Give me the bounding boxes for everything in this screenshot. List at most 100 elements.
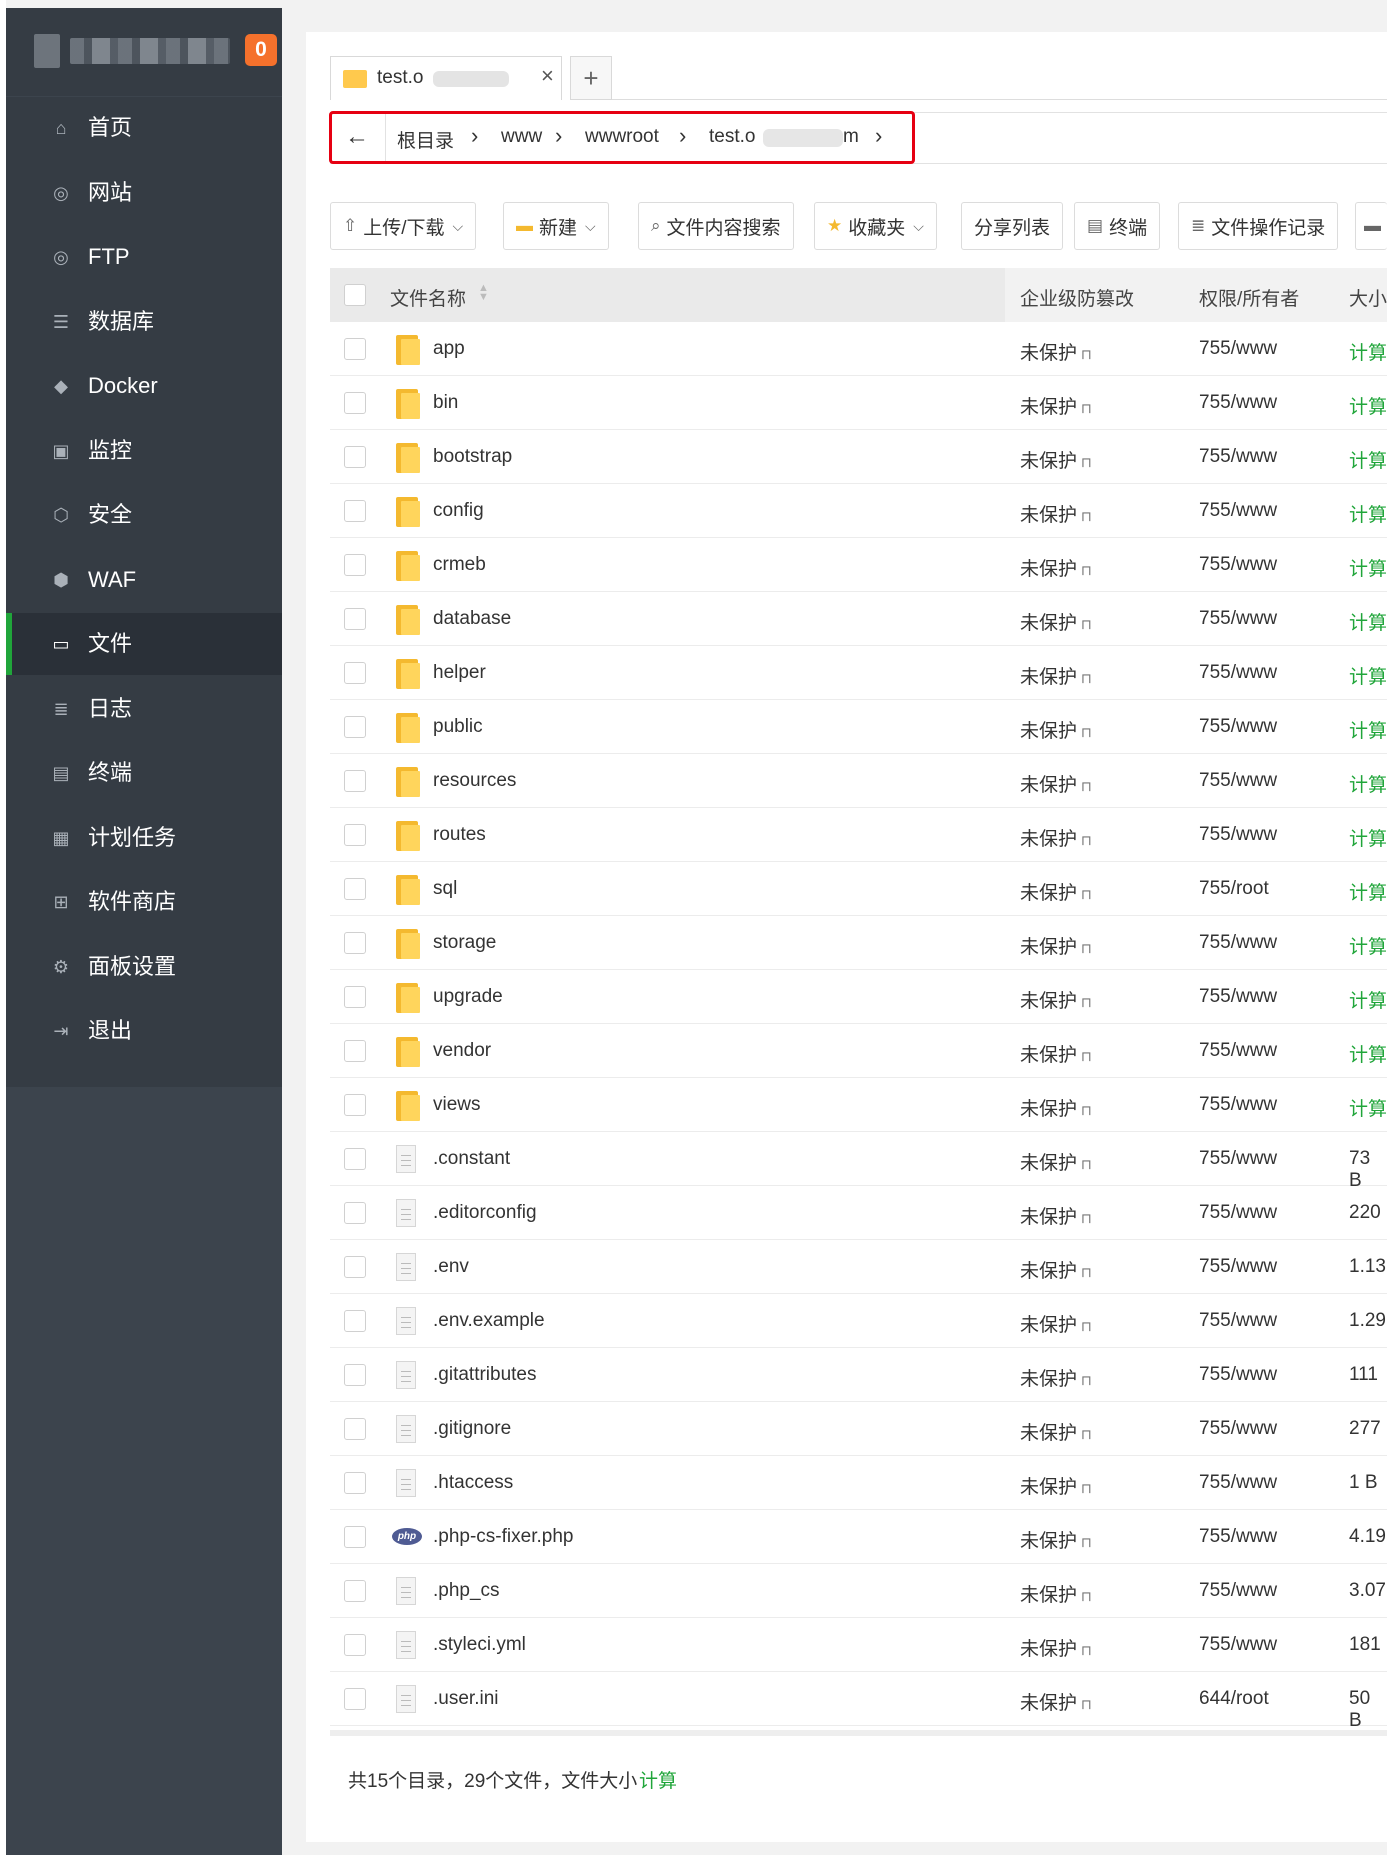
table-row[interactable]: storage 未保护 ⊓ 755/www 计算: [330, 916, 1387, 970]
row-checkbox[interactable]: [344, 1202, 366, 1224]
row-checkbox[interactable]: [344, 986, 366, 1008]
permission-owner[interactable]: 755/www: [1199, 1256, 1277, 1278]
close-icon[interactable]: ×: [541, 63, 554, 89]
size-calc-link[interactable]: 计算: [1349, 1040, 1387, 1067]
table-row[interactable]: config 未保护 ⊓ 755/www 计算: [330, 484, 1387, 538]
permission-owner[interactable]: 755/www: [1199, 1202, 1277, 1224]
size-calc-link[interactable]: 计算: [1349, 446, 1387, 473]
sidebar-item-1[interactable]: ◎ 网站: [6, 162, 282, 224]
row-checkbox[interactable]: [344, 770, 366, 792]
protection-status[interactable]: 未保护 ⊓: [1020, 986, 1092, 1013]
protection-status[interactable]: 未保护 ⊓: [1020, 1418, 1092, 1445]
size-calc-link[interactable]: 计算: [1349, 500, 1387, 527]
sidebar-item-5[interactable]: ▣ 监控: [6, 420, 282, 482]
upload-download-button[interactable]: ⇧ 上传/下载 ⌵: [330, 202, 477, 250]
permission-owner[interactable]: 755/www: [1199, 1472, 1277, 1494]
size-calc-link[interactable]: 计算: [1349, 608, 1387, 635]
new-button[interactable]: ▬ 新建 ⌵: [503, 202, 609, 250]
row-checkbox[interactable]: [344, 1310, 366, 1332]
file-name[interactable]: database: [433, 608, 511, 630]
table-row[interactable]: public 未保护 ⊓ 755/www 计算: [330, 700, 1387, 754]
file-name[interactable]: .gitignore: [433, 1418, 511, 1440]
table-row[interactable]: php .php-cs-fixer.php 未保护 ⊓ 755/www 4.19: [330, 1510, 1387, 1564]
sidebar-item-10[interactable]: ▤ 终端: [6, 742, 282, 804]
header-permission[interactable]: 权限/所有者: [1199, 284, 1299, 311]
add-tab-button[interactable]: +: [570, 56, 612, 100]
sidebar-item-2[interactable]: ◎ FTP: [6, 226, 282, 288]
header-name[interactable]: 文件名称: [390, 284, 466, 311]
share-list-button[interactable]: 分享列表: [961, 202, 1064, 250]
size-calc-link[interactable]: 计算: [1349, 878, 1387, 905]
file-name[interactable]: .user.ini: [433, 1688, 498, 1710]
protection-status[interactable]: 未保护 ⊓: [1020, 1634, 1092, 1661]
permission-owner[interactable]: 755/www: [1199, 986, 1277, 1008]
permission-owner[interactable]: 755/www: [1199, 1148, 1277, 1170]
table-row[interactable]: routes 未保护 ⊓ 755/www 计算: [330, 808, 1387, 862]
table-row[interactable]: crmeb 未保护 ⊓ 755/www 计算: [330, 538, 1387, 592]
row-checkbox[interactable]: [344, 878, 366, 900]
sidebar-item-12[interactable]: ⊞ 软件商店: [6, 871, 282, 933]
size-calc-link[interactable]: 计算: [1349, 338, 1387, 365]
file-name[interactable]: public: [433, 716, 483, 738]
file-name[interactable]: crmeb: [433, 554, 486, 576]
file-name[interactable]: config: [433, 500, 484, 522]
table-row[interactable]: .env.example 未保护 ⊓ 755/www 1.29: [330, 1294, 1387, 1348]
row-checkbox[interactable]: [344, 1580, 366, 1602]
sidebar-item-4[interactable]: ◆ Docker: [6, 355, 282, 417]
permission-owner[interactable]: 755/www: [1199, 1040, 1277, 1062]
permission-owner[interactable]: 755/www: [1199, 1526, 1277, 1548]
permission-owner[interactable]: 755/www: [1199, 716, 1277, 738]
row-checkbox[interactable]: [344, 1418, 366, 1440]
row-checkbox[interactable]: [344, 554, 366, 576]
sidebar-item-0[interactable]: ⌂ 首页: [6, 97, 282, 159]
permission-owner[interactable]: 755/www: [1199, 662, 1277, 684]
file-name[interactable]: .php_cs: [433, 1580, 500, 1602]
permission-owner[interactable]: 755/www: [1199, 500, 1277, 522]
permission-owner[interactable]: 644/root: [1199, 1688, 1269, 1710]
table-row[interactable]: bootstrap 未保护 ⊓ 755/www 计算: [330, 430, 1387, 484]
file-name[interactable]: storage: [433, 932, 496, 954]
sort-icon[interactable]: ▲ ▼: [478, 283, 489, 303]
protection-status[interactable]: 未保护 ⊓: [1020, 1256, 1092, 1283]
file-name[interactable]: bootstrap: [433, 446, 512, 468]
table-row[interactable]: .user.ini 未保护 ⊓ 644/root 50 B: [330, 1672, 1387, 1731]
file-name[interactable]: views: [433, 1094, 481, 1116]
size-calc-link[interactable]: 计算: [1349, 662, 1387, 689]
row-checkbox[interactable]: [344, 932, 366, 954]
protection-status[interactable]: 未保护 ⊓: [1020, 1688, 1092, 1715]
permission-owner[interactable]: 755/www: [1199, 824, 1277, 846]
row-checkbox[interactable]: [344, 1688, 366, 1710]
favorites-button[interactable]: ★ 收藏夹 ⌵: [814, 202, 937, 250]
sidebar-item-3[interactable]: ☰ 数据库: [6, 291, 282, 353]
table-row[interactable]: vendor 未保护 ⊓ 755/www 计算: [330, 1024, 1387, 1078]
operation-log-button[interactable]: ≣ 文件操作记录: [1178, 202, 1339, 250]
row-checkbox[interactable]: [344, 716, 366, 738]
file-name[interactable]: vendor: [433, 1040, 491, 1062]
file-name[interactable]: .env.example: [433, 1310, 545, 1332]
table-row[interactable]: .gitignore 未保护 ⊓ 755/www 277: [330, 1402, 1387, 1456]
protection-status[interactable]: 未保护 ⊓: [1020, 554, 1092, 581]
permission-owner[interactable]: 755/www: [1199, 1580, 1277, 1602]
row-checkbox[interactable]: [344, 608, 366, 630]
protection-status[interactable]: 未保护 ⊓: [1020, 446, 1092, 473]
file-name[interactable]: helper: [433, 662, 486, 684]
row-checkbox[interactable]: [344, 824, 366, 846]
protection-status[interactable]: 未保护 ⊓: [1020, 1472, 1092, 1499]
protection-status[interactable]: 未保护 ⊓: [1020, 770, 1092, 797]
file-name[interactable]: .php-cs-fixer.php: [433, 1526, 573, 1548]
table-row[interactable]: sql 未保护 ⊓ 755/root 计算: [330, 862, 1387, 916]
more-toolbar-button[interactable]: ▬: [1355, 202, 1387, 250]
table-scrollbar[interactable]: [330, 1730, 1387, 1736]
permission-owner[interactable]: 755/www: [1199, 932, 1277, 954]
size-calc-link[interactable]: 计算: [1349, 392, 1387, 419]
file-name[interactable]: .editorconfig: [433, 1202, 537, 1224]
protection-status[interactable]: 未保护 ⊓: [1020, 1040, 1092, 1067]
table-row[interactable]: .php_cs 未保护 ⊓ 755/www 3.07: [330, 1564, 1387, 1618]
size-calc-link[interactable]: 计算: [1349, 770, 1387, 797]
file-name[interactable]: .gitattributes: [433, 1364, 537, 1386]
row-checkbox[interactable]: [344, 1526, 366, 1548]
table-row[interactable]: .env 未保护 ⊓ 755/www 1.13: [330, 1240, 1387, 1294]
notification-badge[interactable]: 0: [245, 34, 277, 66]
file-name[interactable]: .htaccess: [433, 1472, 513, 1494]
file-name[interactable]: upgrade: [433, 986, 503, 1008]
